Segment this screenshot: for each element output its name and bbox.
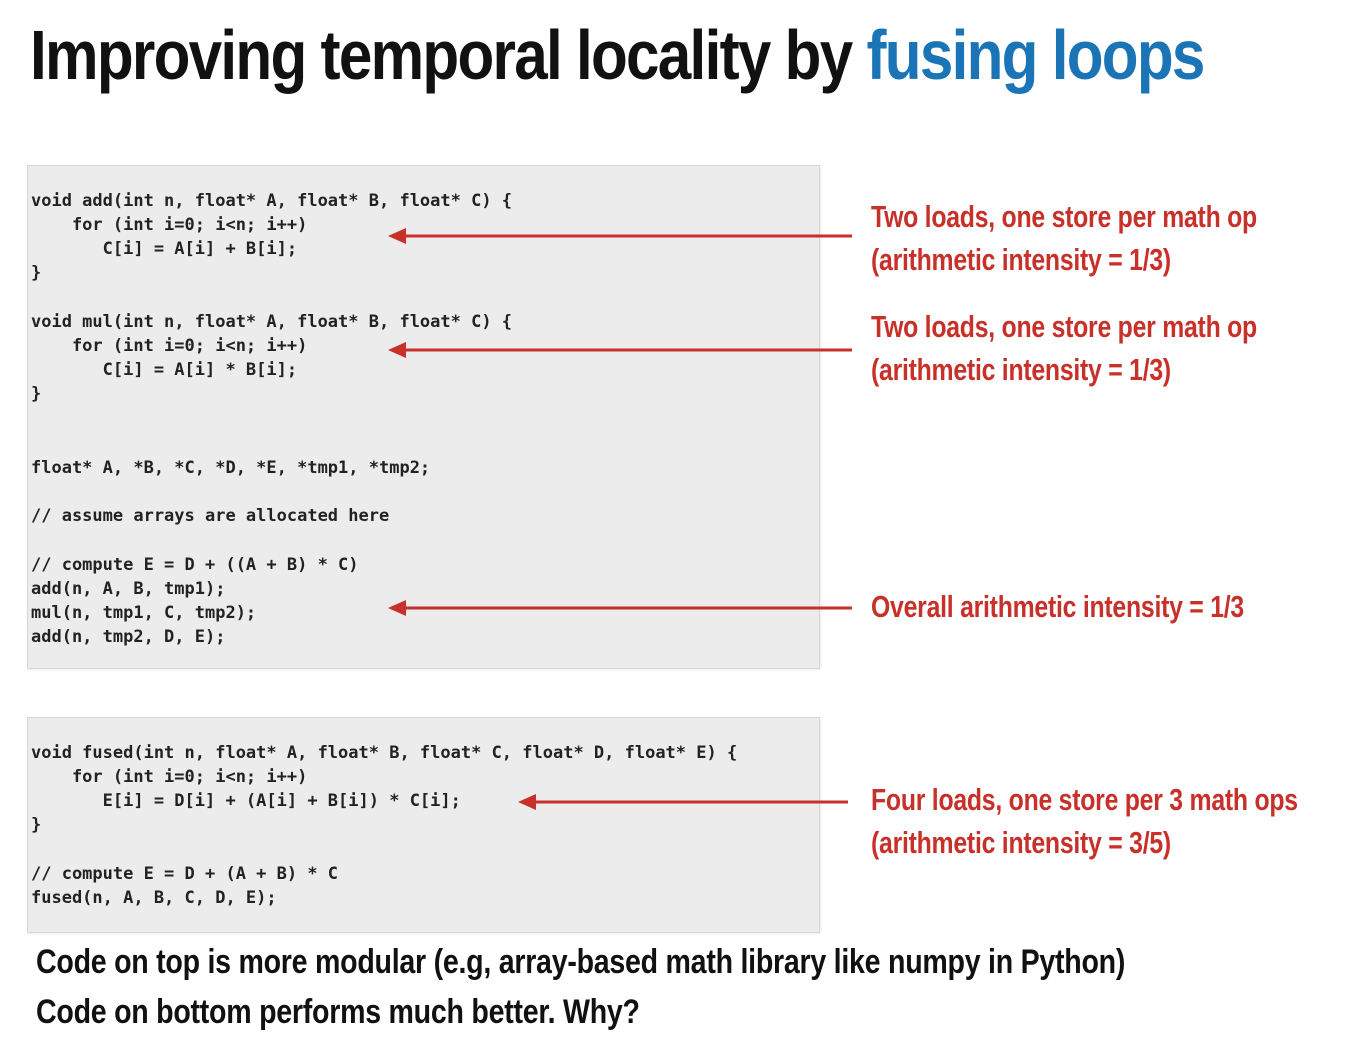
code-line: for (int i=0; i<n; i++) [31, 767, 308, 787]
code-line: C[i] = A[i] + B[i]; [31, 239, 298, 259]
annotation-add-line2: (arithmetic intensity = 1/3) [871, 242, 1171, 277]
code-line: C[i] = A[i] * B[i]; [31, 360, 298, 380]
title-prefix: Improving temporal locality by [30, 16, 867, 94]
annotation-add-line1: Two loads, one store per math op [871, 199, 1257, 234]
top-code-block: void add(int n, float* A, float* B, floa… [27, 165, 820, 669]
code-line: // assume arrays are allocated here [31, 506, 390, 526]
footer-line-2: Code on bottom performs much better. Why… [36, 993, 640, 1031]
annotation-overall: Overall arithmetic intensity = 1/3 [871, 589, 1244, 624]
code-line: for (int i=0; i<n; i++) [31, 336, 308, 356]
annotation-mul-line1: Two loads, one store per math op [871, 309, 1257, 344]
code-line: float* A, *B, *C, *D, *E, *tmp1, *tmp2; [31, 458, 431, 478]
code-line: add(n, A, B, tmp1); [31, 579, 226, 599]
code-line: void fused(int n, float* A, float* B, fl… [31, 743, 738, 763]
code-line: } [31, 815, 42, 835]
code-line: add(n, tmp2, D, E); [31, 627, 226, 647]
code-line: } [31, 263, 42, 283]
annotation-fused-line1: Four loads, one store per 3 math ops [871, 782, 1298, 817]
code-line: mul(n, tmp1, C, tmp2); [31, 603, 257, 623]
annotation-fused-line2: (arithmetic intensity = 3/5) [871, 825, 1171, 860]
bottom-code-block: void fused(int n, float* A, float* B, fl… [27, 717, 820, 933]
code-line: // compute E = D + (A + B) * C [31, 864, 339, 884]
code-line: // compute E = D + ((A + B) * C) [31, 555, 359, 575]
code-line: fused(n, A, B, C, D, E); [31, 888, 277, 908]
code-line: void add(int n, float* A, float* B, floa… [31, 191, 513, 211]
code-line: } [31, 384, 42, 404]
title-accent: fusing loops [866, 16, 1205, 94]
code-line: void mul(int n, float* A, float* B, floa… [31, 312, 513, 332]
footer-line-1: Code on top is more modular (e.g, array-… [36, 943, 1126, 981]
code-line: E[i] = D[i] + (A[i] + B[i]) * C[i]; [31, 791, 461, 811]
slide-title: Improving temporal locality by fusing lo… [30, 12, 1205, 98]
annotation-mul-line2: (arithmetic intensity = 1/3) [871, 352, 1171, 387]
code-line: for (int i=0; i<n; i++) [31, 215, 308, 235]
